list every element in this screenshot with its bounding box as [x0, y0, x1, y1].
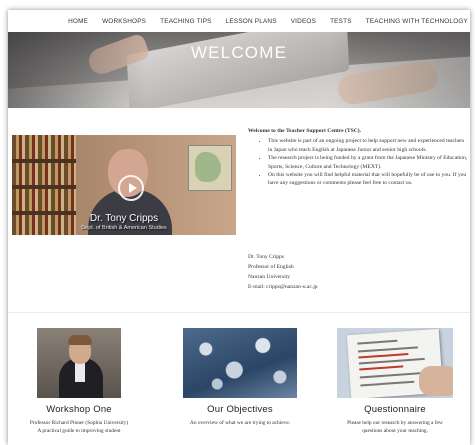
page: HOME WORKSHOPS TEACHING TIPS LESSON PLAN…	[8, 10, 470, 445]
video-shelf-line	[12, 185, 76, 189]
card-title[interactable]: Questionnaire	[320, 404, 470, 415]
nav-workshops[interactable]: WORKSHOPS	[102, 18, 146, 25]
card-desc-line: An overview of what we are trying to ach…	[189, 420, 291, 426]
hero-banner: WELCOME	[8, 32, 470, 108]
intro-text: Welcome to the Teacher Support Centre (T…	[248, 127, 468, 188]
play-icon[interactable]	[118, 175, 144, 201]
video-wall-map	[188, 145, 232, 191]
workshop-photo[interactable]	[37, 328, 121, 398]
card-desc-line: questions about your teaching.	[362, 428, 428, 435]
workshop-photo-shirt	[75, 362, 85, 382]
questionnaire-hand	[419, 366, 453, 396]
hero-title: WELCOME	[190, 43, 288, 62]
paper-line	[358, 353, 409, 359]
intro-bullet: The research project is being funded by …	[268, 154, 468, 171]
questionnaire-photo[interactable]	[337, 328, 453, 398]
intro-list: This website is part of an ongoing proje…	[248, 137, 468, 187]
workshop-photo-hair	[68, 335, 92, 345]
paper-line	[360, 380, 415, 387]
intro-bullet: On this website you will find helpful ma…	[268, 171, 468, 188]
card-desc-line: Please help our research by answering a …	[347, 420, 443, 426]
nav-teaching-tips[interactable]: TEACHING TIPS	[160, 18, 212, 25]
nav-lesson-plans[interactable]: LESSON PLANS	[226, 18, 277, 25]
card-desc-line: Professor Richard Pinner (Sophia Univers…	[29, 420, 129, 426]
intro-video[interactable]: Dr. Tony Cripps Dept. of British & Ameri…	[12, 135, 236, 235]
welcome-heading: Welcome to the Teacher Support Centre (T…	[248, 128, 362, 134]
card-our-objectives[interactable]: Our Objectives An overview of what we ar…	[165, 328, 315, 427]
intro-bullet: This website is part of an ongoing proje…	[268, 137, 468, 154]
nav-tests[interactable]: TESTS	[330, 18, 352, 25]
paper-line	[359, 365, 404, 371]
video-shelf-line	[12, 159, 76, 163]
paper-line	[359, 372, 422, 379]
paper-line	[358, 357, 425, 365]
card-title[interactable]: Workshop One	[8, 404, 154, 415]
video-caption-dept: Dept. of British & American Studies	[81, 225, 167, 231]
card-title[interactable]: Our Objectives	[165, 404, 315, 415]
paper-line	[357, 346, 418, 353]
objectives-photo[interactable]	[183, 328, 297, 398]
paper-line	[357, 339, 398, 345]
section-divider	[8, 312, 470, 313]
nav-home[interactable]: HOME	[68, 18, 88, 25]
signature-role: Professor of English	[248, 264, 294, 270]
card-questionnaire[interactable]: Questionnaire Please help our research b…	[320, 328, 470, 436]
top-nav: HOME WORKSHOPS TEACHING TIPS LESSON PLAN…	[8, 10, 470, 32]
video-caption-name: Dr. Tony Cripps	[89, 213, 159, 224]
nav-videos[interactable]: VIDEOS	[291, 18, 316, 25]
card-desc-line: A practical guide to improving student	[37, 428, 121, 435]
card-workshop-one[interactable]: Workshop One Professor Richard Pinner (S…	[8, 328, 154, 436]
nav-teaching-with-technology[interactable]: TEACHING WITH TECHNOLOGY	[366, 18, 468, 25]
signature-name: Dr. Tony Cripps	[248, 254, 285, 260]
signature-email[interactable]: E-mail: cripps@nanzan-u.ac.jp	[248, 282, 448, 292]
signature-org: Nanzan University	[248, 274, 291, 280]
signature-block: Dr. Tony Cripps Professor of English Nan…	[248, 252, 448, 292]
